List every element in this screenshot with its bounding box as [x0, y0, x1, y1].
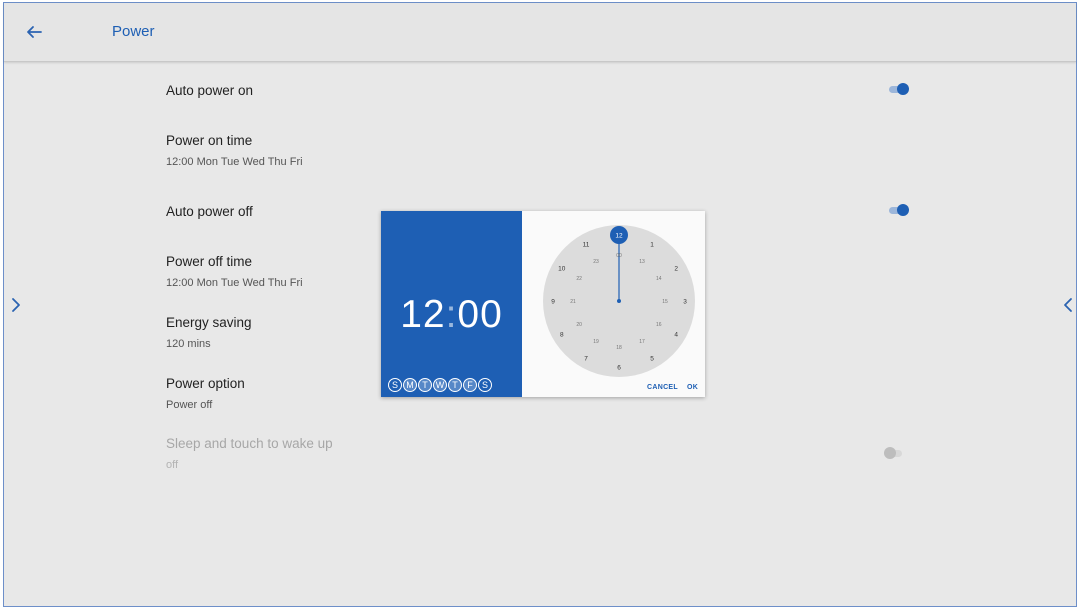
setting-title: Energy saving [166, 315, 252, 330]
setting-subtitle: 120 mins [166, 338, 211, 350]
setting-title: Auto power on [166, 83, 254, 98]
setting-subtitle: 12:00 Mon Tue Wed Thu Fri [166, 277, 303, 289]
setting-title: Power on time [166, 133, 253, 148]
minute-value[interactable]: 00 [457, 293, 502, 336]
day-sat[interactable]: S [478, 378, 492, 392]
clock-hour-inner-label[interactable]: 23 [593, 259, 599, 265]
time-display: 12:00 [381, 293, 522, 337]
clock-hour-inner-label[interactable]: 17 [639, 339, 645, 345]
hour-value[interactable]: 12 [400, 293, 445, 336]
chevron-right-icon[interactable] [8, 293, 24, 317]
clock-hour-inner-label[interactable]: 14 [656, 276, 662, 282]
clock-hour-inner-label[interactable]: 16 [656, 322, 662, 328]
setting-auto-power-off[interactable]: Auto power off [166, 204, 253, 219]
clock-center [617, 299, 621, 303]
setting-title: Power off time [166, 254, 253, 269]
day-fri[interactable]: F [463, 378, 477, 392]
clock-hour-label[interactable]: 9 [551, 299, 555, 306]
clock-hour-inner-label[interactable]: 19 [593, 339, 599, 345]
setting-subtitle: Power off [166, 399, 213, 411]
cancel-button[interactable]: CANCEL [647, 384, 678, 391]
setting-power-on-time[interactable]: Power on time 12:00 Mon Tue Wed Thu Fri [166, 133, 303, 168]
arrow-left-icon[interactable] [22, 20, 46, 44]
ok-button[interactable]: OK [687, 384, 698, 391]
time-picker-header: 12:00 S M T W T F S [381, 211, 522, 397]
day-thu[interactable]: T [448, 378, 462, 392]
clock-hour-label[interactable]: 7 [584, 356, 588, 363]
setting-subtitle: off [166, 459, 179, 471]
setting-subtitle: 12:00 Mon Tue Wed Thu Fri [166, 156, 303, 168]
clock-hour-inner-label[interactable]: 00 [616, 253, 622, 259]
time-colon: : [445, 293, 458, 336]
clock-face[interactable]: 121234567891011 001314151617181920212223 [522, 211, 705, 397]
day-sun[interactable]: S [388, 378, 402, 392]
chevron-left-icon[interactable] [1060, 293, 1076, 317]
clock-hour-inner-label[interactable]: 18 [616, 345, 622, 351]
clock-hour-label[interactable]: 1 [650, 241, 654, 248]
toggle-thumb [897, 204, 909, 216]
clock-hour-label[interactable]: 11 [583, 241, 590, 248]
auto-power-off-toggle[interactable] [889, 204, 909, 218]
setting-title: Auto power off [166, 204, 253, 219]
page-title: Power [112, 23, 155, 40]
setting-power-off-time[interactable]: Power off time 12:00 Mon Tue Wed Thu Fri [166, 254, 303, 289]
clock-hour-inner-label[interactable]: 20 [576, 322, 582, 328]
power-settings-screen: Power Auto power on Power on time 12:00 … [3, 2, 1077, 607]
auto-power-on-toggle[interactable] [889, 83, 909, 97]
day-mon[interactable]: M [403, 378, 417, 392]
setting-title: Power option [166, 376, 245, 391]
sleep-touch-wake-toggle [884, 447, 904, 461]
setting-power-option[interactable]: Power option Power off [166, 376, 245, 411]
toggle-thumb [884, 447, 896, 459]
clock-hour-inner-label[interactable]: 15 [662, 299, 668, 305]
clock-hour-label[interactable]: 12 [615, 233, 623, 240]
clock-hour-label[interactable]: 3 [683, 299, 687, 306]
header-bar: Power [4, 3, 1076, 62]
clock-hour-inner-label[interactable]: 13 [639, 259, 645, 265]
clock-hour-label[interactable]: 2 [674, 266, 678, 273]
day-tue[interactable]: T [418, 378, 432, 392]
clock-hour-label[interactable]: 5 [650, 356, 654, 363]
clock-hour-label[interactable]: 10 [558, 266, 566, 273]
clock-hour-label[interactable]: 4 [674, 332, 678, 339]
setting-sleep-touch-wake: Sleep and touch to wake up off [166, 436, 333, 471]
setting-title: Sleep and touch to wake up [166, 436, 333, 451]
clock-hour-inner-label[interactable]: 22 [576, 276, 582, 282]
setting-energy-saving[interactable]: Energy saving 120 mins [166, 315, 252, 350]
time-picker-dialog: 12:00 S M T W T F S 12 1 2 3 4 5 6 7 8 9 10 11 00 13… [381, 211, 705, 397]
clock-hour-inner-label[interactable]: 21 [570, 299, 576, 305]
toggle-thumb [897, 83, 909, 95]
clock-hour-label[interactable]: 8 [560, 332, 564, 339]
setting-auto-power-on[interactable]: Auto power on [166, 83, 253, 98]
weekday-selector: S M T W T F S [388, 378, 492, 392]
day-wed[interactable]: W [433, 378, 447, 392]
clock-hour-label[interactable]: 6 [617, 365, 621, 372]
